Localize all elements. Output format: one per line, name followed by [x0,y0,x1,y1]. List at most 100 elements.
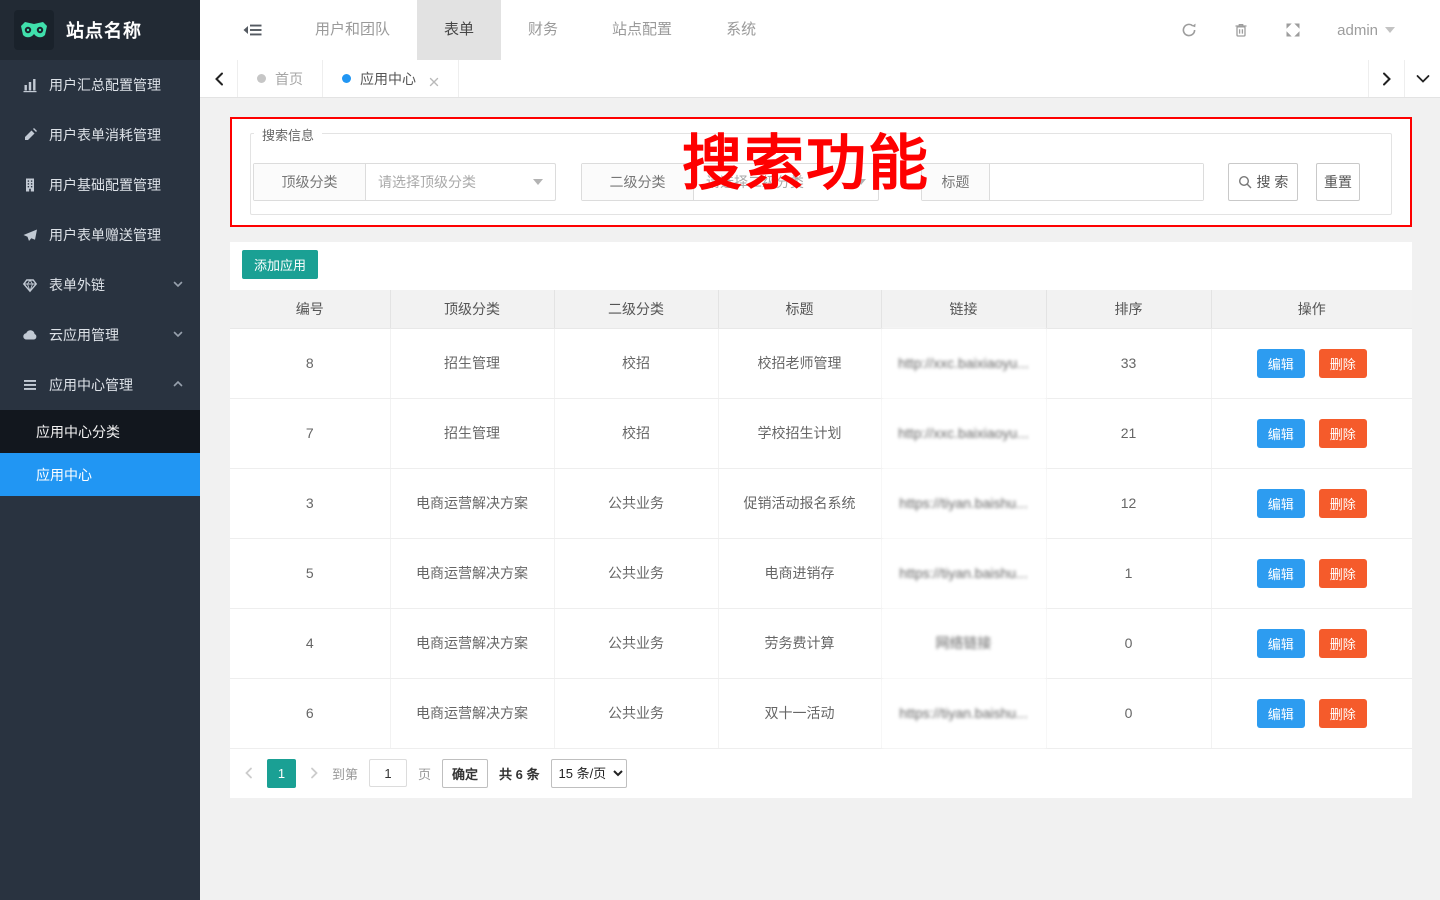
sub-category-placeholder[interactable]: 请选择二级分类 [694,164,878,200]
edit-button[interactable]: 编辑 [1257,349,1305,378]
tab-dot-icon [342,74,351,83]
sidebar-item-label: 应用中心管理 [49,375,133,395]
delete-button[interactable]: 删除 [1319,489,1367,518]
cell-top-category: 电商运营解决方案 [390,678,554,748]
top-category-select[interactable]: 顶级分类 请选择顶级分类 [253,163,556,201]
cell-sub-category: 校招 [554,328,718,398]
cell-top-category: 招生管理 [390,328,554,398]
sidebar-item-user-base-config[interactable]: 用户基础配置管理 [0,160,200,210]
sidebar-item-user-summary-config[interactable]: 用户汇总配置管理 [0,60,200,110]
cell-id: 5 [230,538,390,608]
delete-button[interactable]: 删除 [1319,699,1367,728]
chevron-up-icon [172,377,184,393]
sidebar-item-label: 云应用管理 [49,325,119,345]
refresh-icon[interactable] [1181,22,1197,38]
tabs-scroll-right-icon[interactable] [1368,60,1404,97]
col-actions: 操作 [1211,290,1412,328]
cell-sub-category: 校招 [554,398,718,468]
cell-link: https://tiyan.baishu... [881,678,1046,748]
nav-item-site-config[interactable]: 站点配置 [585,0,699,60]
nav-item-forms[interactable]: 表单 [417,0,501,60]
cell-sub-category: 公共业务 [554,678,718,748]
delete-button[interactable]: 删除 [1319,419,1367,448]
sub-category-select[interactable]: 二级分类 请选择二级分类 [581,163,879,201]
close-icon[interactable] [429,74,439,84]
user-menu[interactable]: admin [1337,22,1395,39]
delete-button[interactable]: 删除 [1319,629,1367,658]
col-sort: 排序 [1046,290,1211,328]
edit-button[interactable]: 编辑 [1257,489,1305,518]
cell-top-category: 电商运营解决方案 [390,608,554,678]
goto-suffix-label: 页 [418,764,431,783]
prev-page-icon[interactable] [242,766,256,780]
cell-actions: 编辑删除 [1211,608,1412,678]
cell-title: 劳务费计算 [718,608,881,678]
chevron-down-icon [172,327,184,343]
delete-button[interactable]: 删除 [1319,349,1367,378]
cell-sub-category: 公共业务 [554,538,718,608]
title-field-label: 标题 [922,164,990,200]
trash-icon[interactable] [1233,22,1249,38]
sidebar-item-app-center-manage[interactable]: 应用中心管理 [0,360,200,410]
cell-sort: 0 [1046,608,1211,678]
gem-icon [22,277,38,293]
edit-button[interactable]: 编辑 [1257,629,1305,658]
search-panel: 搜索信息 顶级分类 请选择顶级分类 二级分类 请选择二级分类 [230,117,1412,227]
app-center-submenu: 应用中心分类 应用中心 [0,410,200,496]
sidebar-item-label: 用户汇总配置管理 [49,75,161,95]
tabs-scroll-left-icon[interactable] [200,60,238,97]
app-table: 编号 顶级分类 二级分类 标题 链接 排序 操作 8 招生管理 校招 校招老师管 [230,290,1412,749]
cell-id: 7 [230,398,390,468]
tab-app-center[interactable]: 应用中心 [323,60,459,97]
edit-button[interactable]: 编辑 [1257,559,1305,588]
tabs-menu-chevron-icon[interactable] [1404,60,1440,97]
nav-item-system[interactable]: 系统 [699,0,783,60]
title-field-group: 标题 [921,163,1204,201]
sidebar-item-user-form-gift[interactable]: 用户表单赠送管理 [0,210,200,260]
sidebar-item-cloud-app[interactable]: 云应用管理 [0,310,200,360]
table-row: 8 招生管理 校招 校招老师管理 http://xxc.baixiaoyu...… [230,328,1412,398]
table-row: 7 招生管理 校招 学校招生计划 http://xxc.baixiaoyu...… [230,398,1412,468]
next-page-icon[interactable] [307,766,321,780]
sidebar-subitem-label: 应用中心分类 [36,422,120,442]
user-name: admin [1337,22,1378,39]
chevron-down-icon [172,277,184,293]
bar-chart-icon [22,77,38,93]
page-size-select[interactable]: 15 条/页 [551,759,627,788]
title-input[interactable] [990,164,1203,200]
tab-label: 首页 [275,69,303,89]
add-app-button[interactable]: 添加应用 [242,250,318,279]
cloud-icon [22,327,38,343]
sidebar-item-app-center-category[interactable]: 应用中心分类 [0,410,200,453]
menu-fold-icon[interactable] [243,0,263,60]
edit-button[interactable]: 编辑 [1257,699,1305,728]
goto-confirm-button[interactable]: 确定 [442,759,488,788]
delete-button[interactable]: 删除 [1319,559,1367,588]
edit-button[interactable]: 编辑 [1257,419,1305,448]
sidebar-subitem-label: 应用中心 [36,465,92,485]
goto-page-input[interactable] [369,759,407,787]
sidebar-item-form-external-link[interactable]: 表单外链 [0,260,200,310]
col-top-category: 顶级分类 [390,290,554,328]
tab-home[interactable]: 首页 [238,60,323,97]
header-actions: admin [1181,0,1395,60]
main-content: 搜索信息 顶级分类 请选择顶级分类 二级分类 请选择二级分类 [200,98,1440,900]
cell-title: 电商进销存 [718,538,881,608]
page-number-button[interactable]: 1 [267,759,296,788]
nav-item-finance[interactable]: 财务 [501,0,585,60]
sidebar-item-user-form-consume[interactable]: 用户表单消耗管理 [0,110,200,160]
top-category-placeholder[interactable]: 请选择顶级分类 [366,164,555,200]
admin-app: 站点名称 用户汇总配置管理 用户表单消耗管理 用户基础配置管理 用户表单赠送管理 [0,0,1440,900]
reset-button[interactable]: 重置 [1316,163,1360,201]
fullscreen-icon[interactable] [1285,22,1301,38]
nav-item-users-teams[interactable]: 用户和团队 [288,0,417,60]
search-button[interactable]: 搜 索 [1228,163,1298,201]
cell-id: 4 [230,608,390,678]
cell-title: 校招老师管理 [718,328,881,398]
table-row: 5 电商运营解决方案 公共业务 电商进销存 https://tiyan.bais… [230,538,1412,608]
sidebar-item-app-center[interactable]: 应用中心 [0,453,200,496]
cell-link: https://tiyan.baishu... [881,538,1046,608]
col-link: 链接 [881,290,1046,328]
tab-bar: 首页 应用中心 [200,60,1440,98]
top-header: 用户和团队 表单 财务 站点配置 系统 admin [200,0,1440,60]
